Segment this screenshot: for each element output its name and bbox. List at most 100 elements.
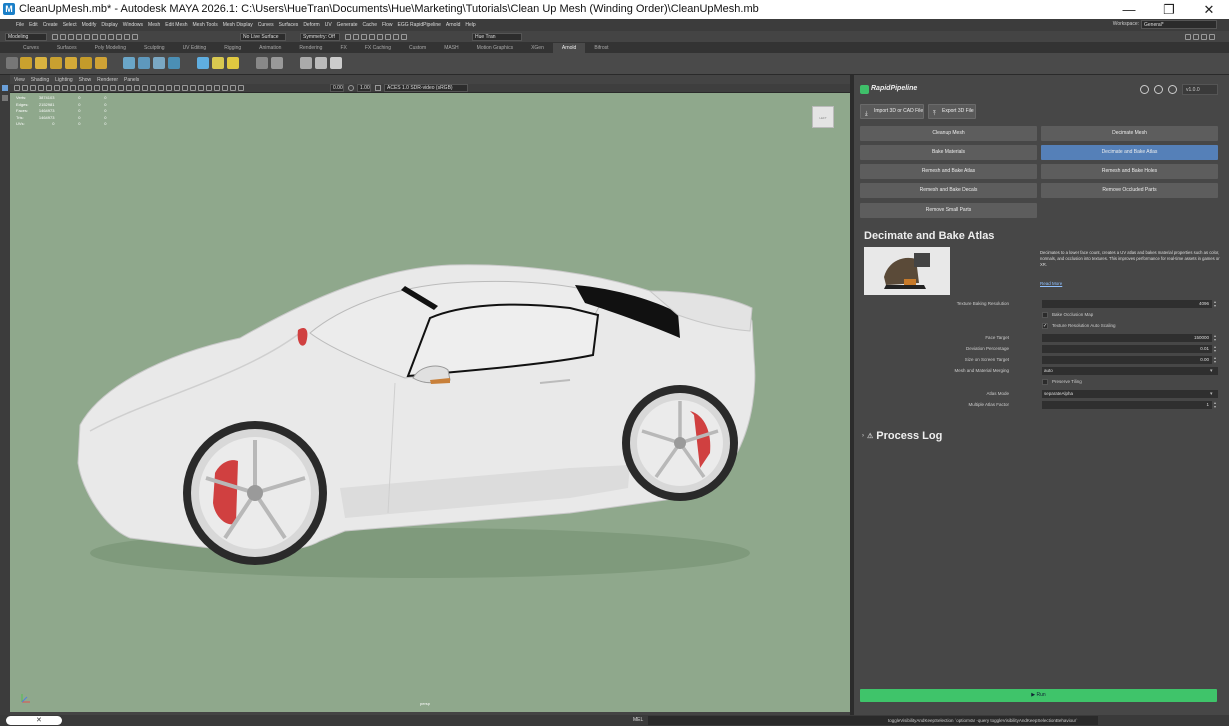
bounding-box-icon[interactable] [230, 85, 236, 91]
light-editor-icon[interactable] [393, 34, 399, 40]
process-log-header[interactable]: › ⚠ Process Log [862, 430, 942, 442]
shelf-tab-xgen[interactable]: XGen [522, 43, 553, 53]
viewport-menu-show[interactable]: Show [79, 77, 92, 83]
skydome-light-icon[interactable] [65, 57, 77, 69]
ipr-render-icon[interactable] [353, 34, 359, 40]
render-view-icon[interactable] [123, 57, 135, 69]
mel-command-input[interactable] [648, 716, 886, 725]
isolate-select-icon[interactable] [166, 85, 172, 91]
deviation-percentage-field[interactable]: 0.01 [1042, 345, 1212, 353]
menu-help[interactable]: Help [465, 22, 475, 28]
read-more-link[interactable]: Read More [1040, 281, 1062, 286]
lasso-tool-icon[interactable] [2, 95, 8, 101]
remesh-bake-holes-button[interactable]: Remesh and Bake Holes [1041, 164, 1218, 179]
render-settings-icon[interactable] [361, 34, 367, 40]
gate-mask-icon[interactable] [62, 85, 68, 91]
snap-curve-icon[interactable] [124, 34, 130, 40]
version-select[interactable]: v1.0.0 [1182, 84, 1218, 95]
cleanup-mesh-button[interactable]: Cleanup Mesh [860, 126, 1037, 141]
viewport-menu-shading[interactable]: Shading [31, 77, 49, 83]
shelf-tab-arnold[interactable]: Arnold [552, 43, 586, 53]
render-settings-icon[interactable] [300, 57, 312, 69]
remesh-bake-decals-button[interactable]: Remesh and Bake Decals [860, 183, 1037, 198]
shelf-tab-animation[interactable]: Animation [250, 43, 290, 53]
flush-cache-icon[interactable] [168, 57, 180, 69]
save-scene-icon[interactable] [68, 34, 74, 40]
select-component-icon[interactable] [108, 34, 114, 40]
mesh-material-merging-select[interactable]: auto [1042, 367, 1218, 375]
shelf-tab-mash[interactable]: MASH [435, 43, 467, 53]
minimize-button[interactable]: — [1109, 0, 1149, 19]
modeling-toolkit-icon[interactable] [1185, 34, 1191, 40]
shelf-tab-bifrost[interactable]: Bifrost [585, 43, 617, 53]
photometric-light-icon[interactable] [50, 57, 62, 69]
menu-cache[interactable]: Cache [363, 22, 377, 28]
menu-egg-rapidpipeline[interactable]: EGG RapidPipeline [398, 22, 441, 28]
deviation-percentage-spinner[interactable]: ▴ ▾ [1214, 345, 1218, 353]
backface-culling-icon[interactable] [190, 85, 196, 91]
front-wheel[interactable] [183, 421, 327, 565]
light-manager-icon[interactable] [212, 57, 224, 69]
hud-icon[interactable] [198, 85, 204, 91]
size-on-screen-target-spinner[interactable]: ▴ ▾ [1214, 356, 1218, 364]
viewport-menu-renderer[interactable]: Renderer [97, 77, 118, 83]
close-icon[interactable]: ✕ [36, 717, 42, 724]
multiple-atlas-factor-spinner[interactable]: ▴ ▾ [1214, 401, 1218, 409]
close-button[interactable]: ✕ [1189, 0, 1229, 19]
shaded-wireframe-icon[interactable] [222, 85, 228, 91]
texture-baking-resolution-spinner[interactable]: ▴ ▾ [1214, 300, 1218, 308]
menu-curves[interactable]: Curves [258, 22, 274, 28]
operator-icon[interactable] [256, 57, 268, 69]
wireframe-icon[interactable] [94, 85, 100, 91]
default-material-icon[interactable] [214, 85, 220, 91]
remove-small-parts-button[interactable]: Remove Small Parts [860, 203, 1037, 218]
account-icon[interactable] [1154, 85, 1163, 94]
size-on-screen-target-field[interactable]: 0.00 [1042, 356, 1212, 364]
maximize-button[interactable]: ❐ [1149, 0, 1189, 19]
xray-joints-icon[interactable] [182, 85, 188, 91]
redo-icon[interactable] [84, 34, 90, 40]
texture-resolution-auto-scaling-checkbox[interactable]: ✓ [1042, 323, 1048, 329]
menu-flow[interactable]: Flow [382, 22, 393, 28]
xray-icon[interactable] [174, 85, 180, 91]
new-scene-icon[interactable] [52, 34, 58, 40]
run-button[interactable]: ▶ Run [860, 689, 1217, 702]
light-editor-icon[interactable] [227, 57, 239, 69]
tx-manager-icon[interactable] [197, 57, 209, 69]
shelf-tab-sculpting[interactable]: Sculpting [135, 43, 174, 53]
field-chart-icon[interactable] [70, 85, 76, 91]
atlas-mode-select[interactable]: separateAlpha [1042, 390, 1218, 398]
video-icon[interactable] [330, 57, 342, 69]
render-setup-icon[interactable] [385, 34, 391, 40]
menu-display[interactable]: Display [101, 22, 117, 28]
shelf-tab-motion-graphics[interactable]: Motion Graphics [468, 43, 522, 53]
exposure-icon[interactable] [238, 85, 244, 91]
lights-icon[interactable] [118, 85, 124, 91]
safe-title-icon[interactable] [86, 85, 92, 91]
depth-of-field-icon[interactable] [158, 85, 164, 91]
menu-arnold[interactable]: Arnold [446, 22, 460, 28]
shelf-tab-poly-modeling[interactable]: Poly Modeling [86, 43, 135, 53]
safe-action-icon[interactable] [78, 85, 84, 91]
smooth-shade-icon[interactable] [102, 85, 108, 91]
menu-edit-mesh[interactable]: Edit Mesh [165, 22, 187, 28]
volume-icon[interactable] [153, 57, 165, 69]
multiple-atlas-factor-field[interactable]: 1 [1042, 401, 1212, 409]
menu-file[interactable]: File [16, 22, 24, 28]
film-gate-icon[interactable] [46, 85, 52, 91]
playblast-icon[interactable] [401, 34, 407, 40]
live-surface-select[interactable]: No Live Surface [240, 33, 286, 41]
ambient-occlusion-icon[interactable] [134, 85, 140, 91]
workspace-select[interactable]: General* [1141, 20, 1217, 29]
shadows-icon[interactable] [126, 85, 132, 91]
bookmarks-icon[interactable] [22, 85, 28, 91]
exposure-field[interactable]: 0.00 [330, 84, 344, 92]
undo-icon[interactable] [76, 34, 82, 40]
gamma-icon[interactable] [348, 85, 354, 91]
export-3d-button[interactable]: ⤒ Export 3D File [928, 104, 976, 119]
open-scene-icon[interactable] [60, 34, 66, 40]
remove-occluded-parts-button[interactable]: Remove Occluded Parts [1041, 183, 1218, 198]
antialiasing-icon[interactable] [150, 85, 156, 91]
menu-uv[interactable]: UV [325, 22, 332, 28]
menu-windows[interactable]: Windows [123, 22, 143, 28]
